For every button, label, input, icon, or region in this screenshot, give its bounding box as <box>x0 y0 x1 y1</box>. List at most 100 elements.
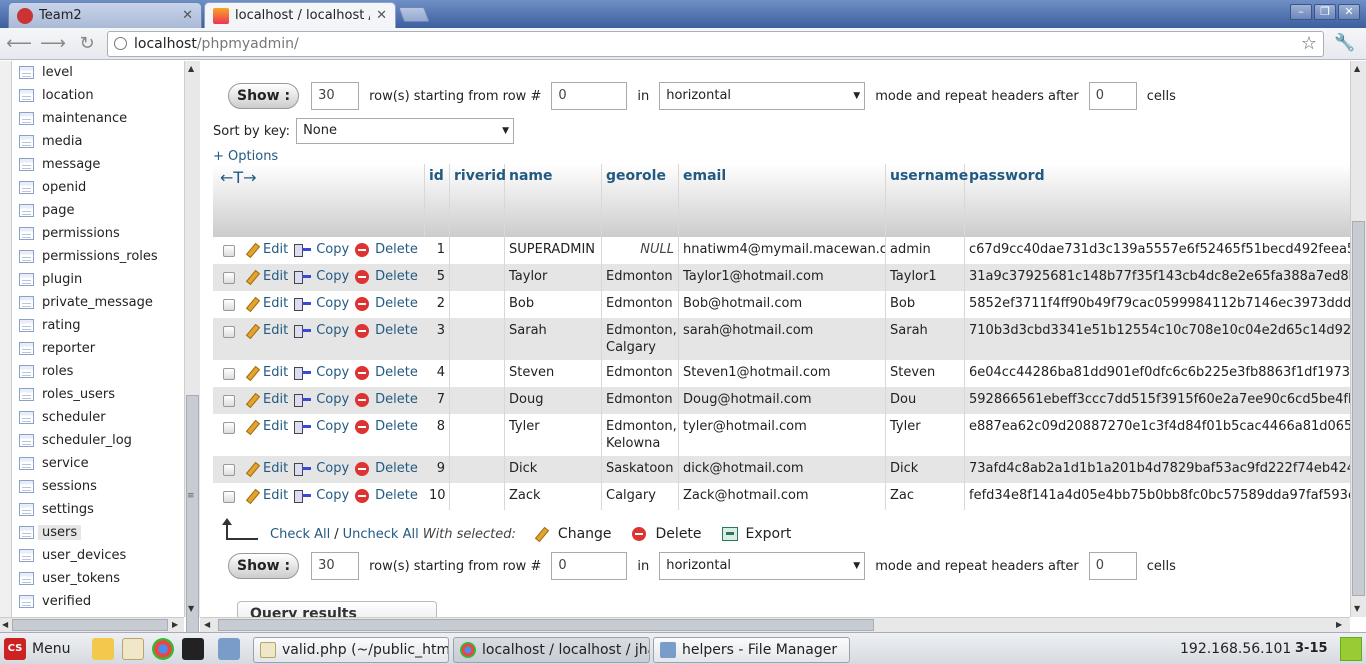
cell-id[interactable]: 4 <box>425 360 450 387</box>
sidebar-table-page[interactable]: page <box>12 199 184 222</box>
start-row-input[interactable]: 0 <box>551 552 628 580</box>
edit-row-button[interactable]: Edit <box>245 269 288 284</box>
table-name[interactable]: message <box>42 157 100 172</box>
sidebar-table-roles-users[interactable]: roles_users <box>12 383 184 406</box>
cell-username[interactable]: Dou <box>886 387 965 414</box>
cell-username[interactable]: Zac <box>886 483 965 510</box>
cell-email[interactable]: dick@hotmail.com <box>679 456 886 483</box>
cell-riverid[interactable] <box>450 237 505 264</box>
cell-georole[interactable]: Edmonton, Kelowna <box>602 414 679 456</box>
sidebar-table-verified[interactable]: verified <box>12 590 184 613</box>
cell-name[interactable]: SUPERADMIN <box>505 237 602 264</box>
file-manager-launcher-icon[interactable] <box>92 637 115 660</box>
taskbar-task-browser[interactable]: localhost / localhost / jha... <box>453 637 650 663</box>
cell-password[interactable]: 5852ef3711f4ff90b49f79cac0599984112b7146… <box>965 291 1350 318</box>
terminal-launcher-icon[interactable] <box>182 637 205 660</box>
cell-id[interactable]: 7 <box>425 387 450 414</box>
address-bar[interactable]: localhost/phpmyadmin/ ☆ <box>107 31 1324 57</box>
table-name[interactable]: scheduler_log <box>42 433 132 448</box>
table-icon[interactable] <box>19 434 34 447</box>
cell-email[interactable]: Bob@hotmail.com <box>679 291 886 318</box>
display-mode-select[interactable]: horizontal ▼ <box>659 82 866 110</box>
copy-row-button[interactable]: Copy <box>294 488 349 503</box>
browser-tab-phpmyadmin[interactable]: localhost / localhost / jl ✕ <box>204 2 396 28</box>
main-horizontal-scrollbar[interactable]: ◀ ▶ <box>200 617 1350 632</box>
cell-password[interactable]: c67d9cc40dae731d3c139a5557e6f52465f51bec… <box>965 237 1350 264</box>
edit-row-button[interactable]: Edit <box>245 419 288 434</box>
column-header-email[interactable]: email <box>679 164 886 237</box>
table-name[interactable]: private_message <box>42 295 153 310</box>
repeat-headers-input[interactable]: 0 <box>1088 552 1137 580</box>
sidebar-table-message[interactable]: message <box>12 153 184 176</box>
cell-riverid[interactable] <box>450 291 505 318</box>
left-panel-horizontal-scrollbar[interactable]: ◀ ▶ <box>0 617 184 632</box>
cell-id[interactable]: 2 <box>425 291 450 318</box>
sidebar-table-roles[interactable]: roles <box>12 360 184 383</box>
cell-email[interactable]: tyler@hotmail.com <box>679 414 886 456</box>
cell-username[interactable]: Tyler <box>886 414 965 456</box>
cell-name[interactable]: Dick <box>505 456 602 483</box>
rows-count-input[interactable]: 30 <box>311 82 360 110</box>
export-selected-button[interactable]: Export <box>721 526 791 542</box>
sidebar-table-maintenance[interactable]: maintenance <box>12 107 184 130</box>
table-name[interactable]: settings <box>42 502 94 517</box>
column-header-riverid[interactable]: riverid <box>450 164 506 237</box>
table-name[interactable]: scheduler <box>42 410 106 425</box>
table-name[interactable]: plugin <box>42 272 82 287</box>
table-icon[interactable] <box>19 526 34 539</box>
sidebar-table-service[interactable]: service <box>12 452 184 475</box>
table-icon[interactable] <box>19 572 34 585</box>
cell-georole[interactable]: NULL <box>602 237 679 264</box>
delete-row-button[interactable]: Delete <box>355 242 418 257</box>
sidebar-table-user-devices[interactable]: user_devices <box>12 544 184 567</box>
table-name[interactable]: location <box>42 88 94 103</box>
table-icon[interactable] <box>19 319 34 332</box>
scroll-right-icon[interactable]: ▶ <box>172 620 178 629</box>
scroll-up-icon[interactable]: ▲ <box>188 64 194 73</box>
cell-email[interactable]: Doug@hotmail.com <box>679 387 886 414</box>
cell-riverid[interactable] <box>450 483 505 510</box>
cell-georole[interactable]: Calgary <box>602 483 679 510</box>
sidebar-table-media[interactable]: media <box>12 130 184 153</box>
start-row-input[interactable]: 0 <box>551 82 628 110</box>
cell-username[interactable]: Steven <box>886 360 965 387</box>
change-selected-button[interactable]: Change <box>534 526 612 542</box>
table-name[interactable]: service <box>42 456 89 471</box>
row-checkbox[interactable] <box>223 395 235 407</box>
table-icon[interactable] <box>19 549 34 562</box>
table-name[interactable]: page <box>42 203 74 218</box>
start-menu-button[interactable]: CS Menu <box>4 637 70 660</box>
scroll-up-icon[interactable]: ▲ <box>1354 64 1360 73</box>
cell-email[interactable]: Taylor1@hotmail.com <box>679 264 886 291</box>
cell-password[interactable]: fefd34e8f141a4d05e4bb75b0bb8fc0bc57589dd… <box>965 483 1350 510</box>
cell-name[interactable]: Bob <box>505 291 602 318</box>
show-desktop-icon[interactable] <box>218 637 241 660</box>
close-tab-icon[interactable]: ✕ <box>376 8 387 23</box>
scrollbar-thumb[interactable] <box>218 619 874 631</box>
sort-by-key-select[interactable]: None ▼ <box>296 118 515 144</box>
table-name[interactable]: rating <box>42 318 81 333</box>
left-panel-vertical-scrollbar[interactable]: ▲ ≡ ▼ <box>184 61 200 664</box>
cell-georole[interactable]: Edmonton <box>602 291 679 318</box>
sidebar-table-level[interactable]: level <box>12 61 184 84</box>
table-icon[interactable] <box>19 595 34 608</box>
copy-row-button[interactable]: Copy <box>294 365 349 380</box>
new-tab-button[interactable] <box>398 7 430 22</box>
table-icon[interactable] <box>19 204 34 217</box>
column-header-georole[interactable]: georole <box>602 164 679 237</box>
table-icon[interactable] <box>19 457 34 470</box>
table-icon[interactable] <box>19 480 34 493</box>
cell-riverid[interactable] <box>450 387 505 414</box>
cell-georole[interactable]: Edmonton, Calgary <box>602 318 679 360</box>
taskbar-task-editor[interactable]: valid.php (~/public_html... <box>253 637 449 663</box>
sidebar-table-plugin[interactable]: plugin <box>12 268 184 291</box>
edit-row-button[interactable]: Edit <box>245 365 288 380</box>
repeat-headers-input[interactable]: 0 <box>1088 82 1137 110</box>
copy-row-button[interactable]: Copy <box>294 242 349 257</box>
row-checkbox[interactable] <box>223 326 235 338</box>
cell-riverid[interactable] <box>450 414 505 456</box>
query-results-operations-header[interactable]: Query results operations <box>237 601 437 617</box>
table-icon[interactable] <box>19 89 34 102</box>
row-checkbox[interactable] <box>223 245 235 257</box>
table-icon[interactable] <box>19 411 34 424</box>
